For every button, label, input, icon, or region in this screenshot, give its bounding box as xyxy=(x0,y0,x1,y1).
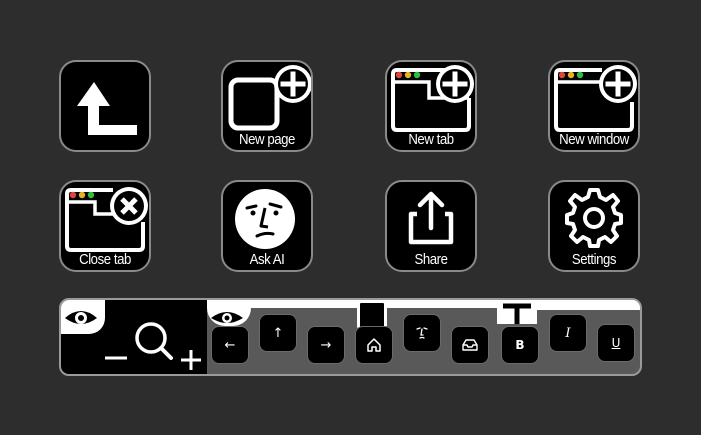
new-page-button[interactable]: New page xyxy=(221,60,313,152)
inbox-icon xyxy=(462,339,478,351)
text-format-icon xyxy=(497,300,537,324)
inbox-key[interactable] xyxy=(451,326,489,364)
ai-key[interactable] xyxy=(403,314,441,352)
tile-label-share: Share xyxy=(414,251,448,268)
ask-ai-button[interactable]: Ask AI xyxy=(221,180,313,272)
underline-key[interactable]: U xyxy=(597,324,635,362)
bold-key[interactable]: B xyxy=(501,326,539,364)
tile-label-settings: Settings xyxy=(571,251,617,268)
zoom-in-icon xyxy=(181,350,201,370)
home-icon xyxy=(367,338,381,352)
ai-face-icon xyxy=(416,327,428,339)
eye-icon xyxy=(207,300,251,326)
underline-label: U xyxy=(611,336,621,350)
back-button[interactable] xyxy=(59,60,151,152)
bold-label: B xyxy=(515,338,525,352)
italic-label: I xyxy=(565,325,571,341)
home-key[interactable] xyxy=(355,326,393,364)
tile-label-new-tab: New tab xyxy=(408,131,454,148)
arrow-left-key[interactable]: ← xyxy=(211,326,249,364)
new-tab-button[interactable]: New tab xyxy=(385,60,477,152)
magnifier-icon xyxy=(135,322,173,360)
close-tab-button[interactable]: Close tab xyxy=(59,180,151,272)
arrow-left-icon: ← xyxy=(224,337,236,353)
settings-button[interactable]: Settings xyxy=(548,180,640,272)
return-arrow-icon xyxy=(77,82,137,135)
share-button[interactable]: Share xyxy=(385,180,477,272)
zoom-panel[interactable] xyxy=(61,300,207,374)
arrow-right-icon: → xyxy=(320,337,332,353)
new-window-button[interactable]: New window xyxy=(548,60,640,152)
arrow-up-key[interactable]: ↑ xyxy=(259,314,297,352)
tile-label-new-window: New window xyxy=(559,131,629,148)
arrow-right-key[interactable]: → xyxy=(307,326,345,364)
toolbar-top-strip-right xyxy=(537,300,640,310)
tile-label-new-page: New page xyxy=(239,131,295,148)
arrow-up-icon: ↑ xyxy=(272,325,284,341)
italic-key[interactable]: I xyxy=(549,314,587,352)
tile-label-close-tab: Close tab xyxy=(79,251,131,268)
tile-label-ask-ai: Ask AI xyxy=(249,251,285,268)
keyboard-toolbar: ← ↑ → B I U xyxy=(59,298,642,376)
